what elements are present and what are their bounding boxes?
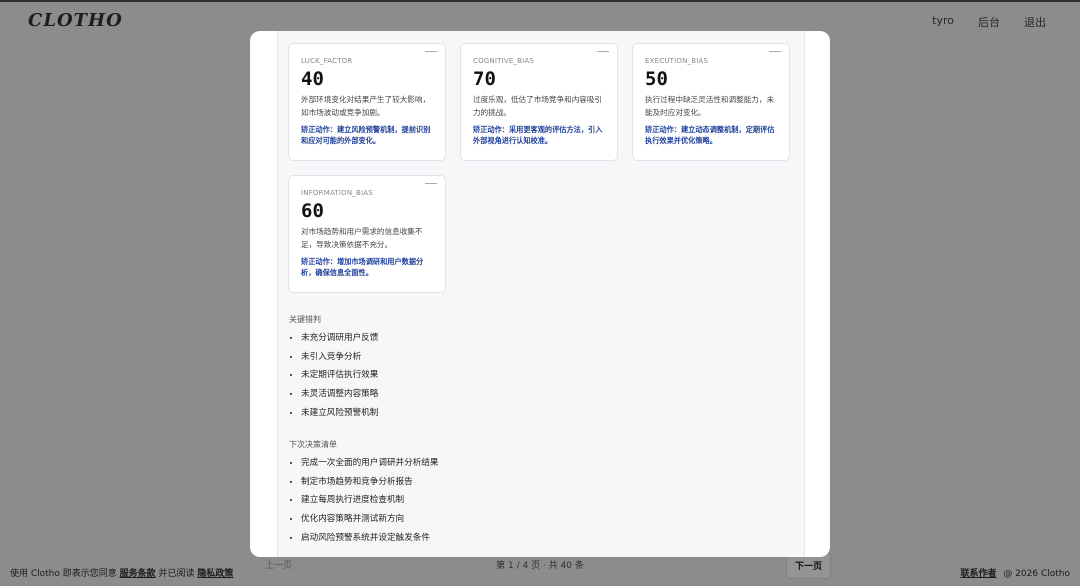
bias-key: LUCK_FACTOR	[301, 57, 353, 65]
list-item: 未定期评估执行效果	[301, 369, 589, 388]
key-errors-section: 关键错判 未充分调研用户反馈 未引入竞争分析 未定期评估执行效果 未灵活调整内容…	[289, 314, 589, 425]
next-checklist-list: 完成一次全面的用户调研并分析结果 制定市场趋势和竞争分析报告 建立每周执行进度检…	[289, 457, 589, 550]
list-item: 未充分调研用户反馈	[301, 332, 589, 351]
bias-key: COGNITIVE_BIAS	[473, 57, 535, 65]
bias-card: LUCK_FACTOR 40 外部环境变化对结果产生了较大影响，如市场波动或竞争…	[288, 43, 446, 161]
bias-description: 过度乐观，低估了市场竞争和内容吸引力的挑战。	[473, 95, 603, 117]
bias-card: COGNITIVE_BIAS 70 过度乐观，低估了市场竞争和内容吸引力的挑战。…	[460, 43, 618, 161]
modal-scroll-panel[interactable]: LUCK_FACTOR 40 外部环境变化对结果产生了较大影响，如市场波动或竞争…	[277, 31, 805, 557]
bias-score: 70	[473, 68, 496, 90]
key-errors-list: 未充分调研用户反馈 未引入竞争分析 未定期评估执行效果 未灵活调整内容策略 未建…	[289, 332, 589, 425]
card-menu-icon[interactable]	[769, 51, 781, 52]
list-item: 未引入竞争分析	[301, 351, 589, 370]
card-menu-icon[interactable]	[425, 183, 437, 184]
section-title: 下次决策清单	[289, 440, 337, 449]
next-checklist-section: 下次决策清单 完成一次全面的用户调研并分析结果 制定市场趋势和竞争分析报告 建立…	[289, 439, 589, 550]
bias-score: 40	[301, 68, 324, 90]
bias-description: 执行过程中缺乏灵活性和调整能力，未能及时应对变化。	[645, 95, 775, 117]
bias-key: EXECUTION_BIAS	[645, 57, 709, 65]
bias-card: INFORMATION_BIAS 60 对市场趋势和用户需求的信息收集不足，导致…	[288, 175, 446, 293]
section-title: 关键错判	[289, 315, 321, 324]
bias-description: 对市场趋势和用户需求的信息收集不足，导致决策依据不充分。	[301, 227, 423, 249]
bias-score: 50	[645, 68, 668, 90]
bias-description: 外部环境变化对结果产生了较大影响，如市场波动或竞争加剧。	[301, 95, 431, 117]
list-item: 制定市场趋势和竞争分析报告	[301, 476, 589, 495]
card-menu-icon[interactable]	[425, 51, 437, 52]
list-item: 完成一次全面的用户调研并分析结果	[301, 457, 589, 476]
list-item: 优化内容策略并测试新方向	[301, 513, 589, 532]
bias-card: EXECUTION_BIAS 50 执行过程中缺乏灵活性和调整能力，未能及时应对…	[632, 43, 790, 161]
review-modal: LUCK_FACTOR 40 外部环境变化对结果产生了较大影响，如市场波动或竞争…	[250, 31, 830, 557]
bias-fix: 矫正动作：建立动态调整机制，定期评估执行效果并优化策略。	[645, 125, 775, 145]
list-item: 未建立风险预警机制	[301, 407, 589, 426]
list-item: 启动风险预警系统并设定触发条件	[301, 532, 589, 551]
bias-fix: 矫正动作：增加市场调研和用户数据分析，确保信息全面性。	[301, 257, 424, 277]
list-item: 未灵活调整内容策略	[301, 388, 589, 407]
bias-score: 60	[301, 200, 324, 222]
bias-fix: 矫正动作：建立风险预警机制，提前识别和应对可能的外部变化。	[301, 125, 431, 145]
list-item: 建立每周执行进度检查机制	[301, 494, 589, 513]
bias-fix: 矫正动作：采用更客观的评估方法，引入外部视角进行认知校准。	[473, 125, 603, 145]
card-menu-icon[interactable]	[597, 51, 609, 52]
bias-key: INFORMATION_BIAS	[301, 189, 373, 197]
